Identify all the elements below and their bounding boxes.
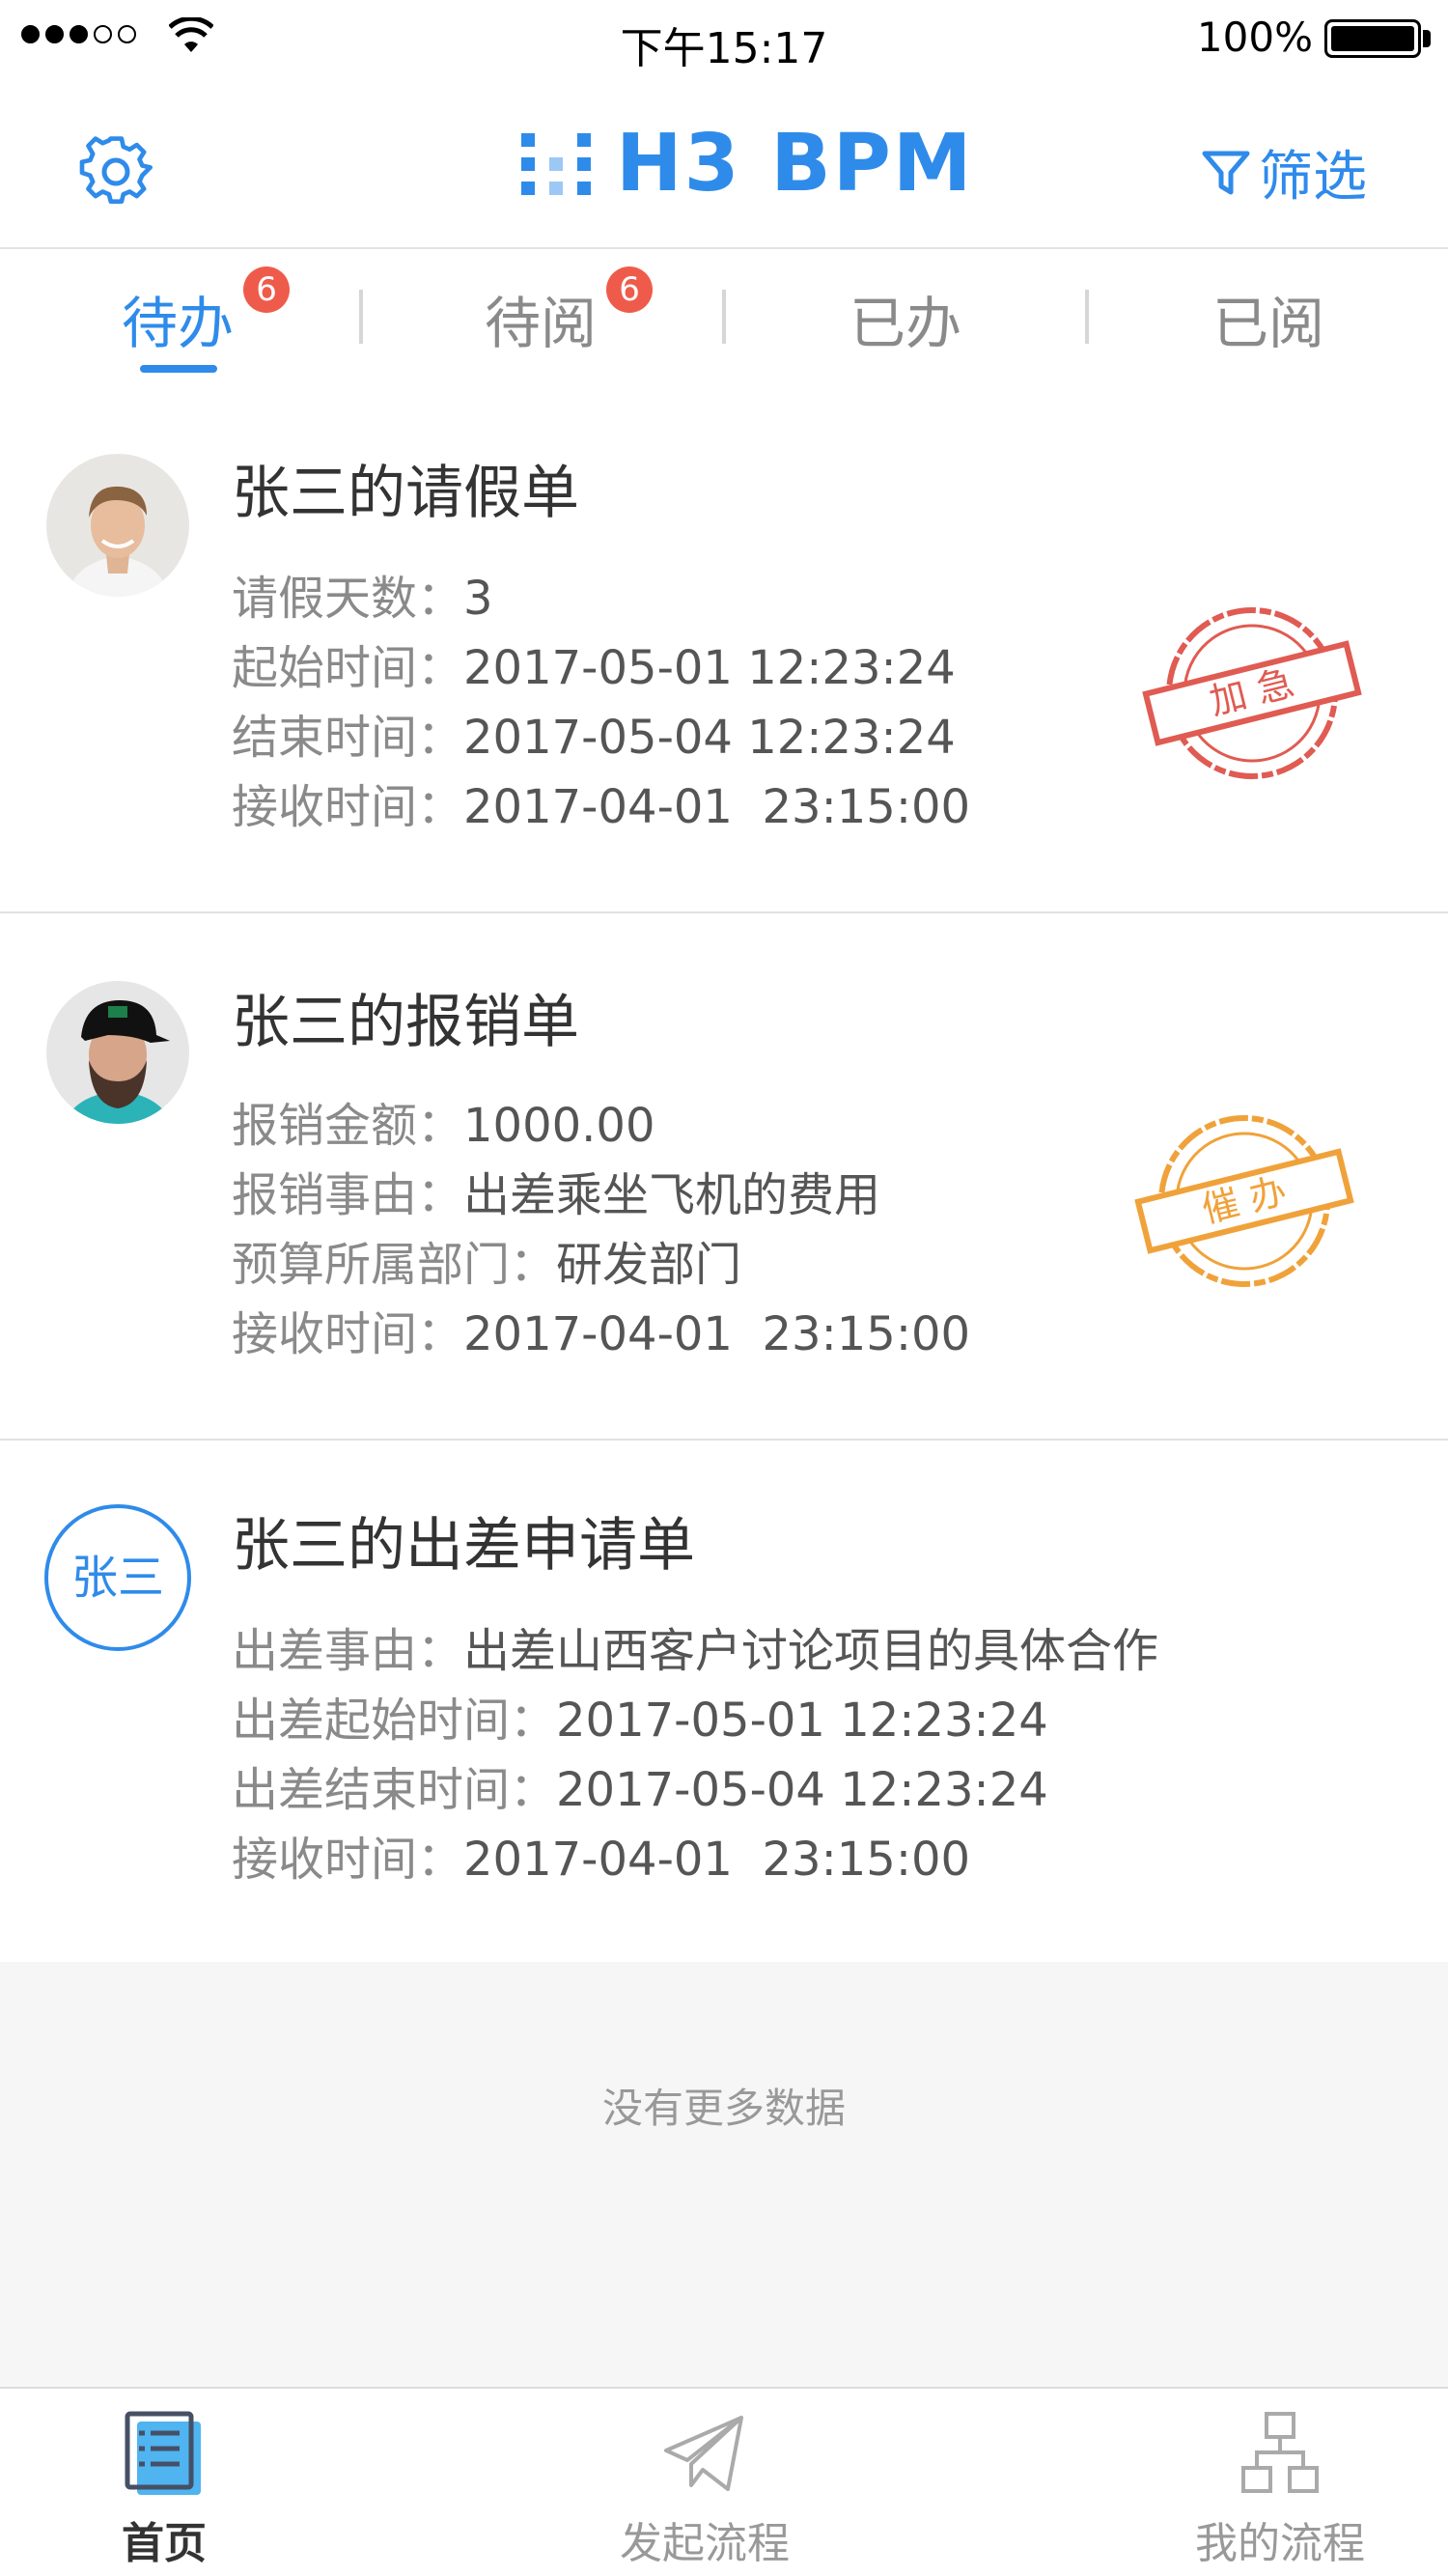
card-field: 结束时间：2017-05-04 12:23:24 (232, 711, 956, 765)
tab-home[interactable]: 首页 (39, 2408, 290, 2570)
tab-divider (1085, 290, 1089, 344)
card-title: 张三的报销单 (232, 989, 579, 1056)
card-field: 接收时间：2017-04-01 23:15:00 (232, 1833, 971, 1887)
urgent-stamp: 加 急 (1142, 607, 1362, 779)
status-bar: 下午15:17 100% (0, 0, 1448, 77)
settings-gear-icon[interactable] (79, 135, 153, 209)
tab-start-process[interactable]: 发起流程 (579, 2408, 830, 2570)
avatar (46, 454, 189, 597)
tab-divider (359, 290, 363, 344)
battery-percentage: 100% (1196, 14, 1313, 61)
list-end-area: 没有更多数据 (0, 1962, 1448, 2387)
logo-grid-icon (521, 132, 591, 195)
tab-todo-badge: 6 (243, 266, 291, 313)
list-item[interactable]: 张三的请假单 请假天数：3 起始时间：2017-05-01 12:23:24 结… (0, 384, 1448, 913)
card-field: 请假天数：3 (232, 572, 493, 626)
nav-header: H3 BPM 筛选 (0, 77, 1448, 249)
list-doc-icon (125, 2411, 201, 2495)
filter-funnel-icon (1202, 151, 1250, 194)
reminder-stamp: 催 办 (1134, 1115, 1354, 1287)
status-tabs: 待办 6 待阅 6 已办 已阅 (0, 249, 1448, 384)
tab-divider (722, 290, 726, 344)
card-field: 出差起始时间：2017-05-01 12:23:24 (232, 1694, 1048, 1748)
card-field: 出差事由：出差山西客户讨论项目的具体合作 (232, 1624, 1159, 1678)
card-field: 出差结束时间：2017-05-04 12:23:24 (232, 1763, 1048, 1817)
avatar-initials: 张三 (44, 1504, 191, 1651)
tab-todo[interactable]: 待办 6 (122, 266, 291, 365)
filter-button[interactable]: 筛选 (1199, 133, 1367, 211)
card-title: 张三的请假单 (232, 460, 579, 527)
card-field: 预算所属部门：研发部门 (232, 1238, 742, 1292)
no-more-data-text: 没有更多数据 (601, 2085, 846, 2132)
filter-label: 筛选 (1259, 146, 1367, 209)
bottom-tab-bar: 首页 发起流程 我的流程 (0, 2387, 1448, 2576)
card-field: 报销事由：出差乘坐飞机的费用 (232, 1168, 881, 1222)
list-item[interactable]: 张三的报销单 报销金额：1000.00 报销事由：出差乘坐飞机的费用 预算所属部… (0, 913, 1448, 1441)
org-chart-icon (1241, 2412, 1319, 2493)
tab-read[interactable]: 已阅 (1212, 278, 1324, 365)
card-field: 接收时间：2017-04-01 23:15:00 (232, 1307, 971, 1361)
card-title: 张三的出差申请单 (232, 1512, 695, 1580)
card-field: 起始时间：2017-05-01 12:23:24 (232, 641, 956, 695)
card-field: 报销金额：1000.00 (232, 1099, 655, 1153)
list-item[interactable]: 张三 张三的出差申请单 出差事由：出差山西客户讨论项目的具体合作 出差起始时间：… (0, 1441, 1448, 1962)
app-logo: H3 BPM (521, 118, 973, 210)
tab-my-process[interactable]: 我的流程 (1155, 2408, 1406, 2570)
battery-icon (1324, 19, 1421, 58)
active-tab-indicator (140, 365, 217, 373)
logo-text: H3 BPM (616, 118, 974, 210)
avatar (46, 981, 189, 1124)
tab-to-read-badge: 6 (606, 266, 654, 313)
tab-done[interactable]: 已办 (849, 278, 961, 365)
card-field: 接收时间：2017-04-01 23:15:00 (232, 780, 971, 834)
paper-plane-icon (664, 2416, 743, 2491)
tab-to-read[interactable]: 待阅 6 (485, 266, 654, 365)
